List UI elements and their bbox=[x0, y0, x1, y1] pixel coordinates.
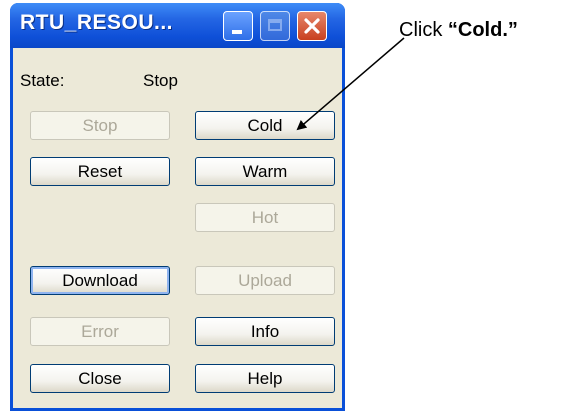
stop-button[interactable]: Stop bbox=[30, 111, 170, 140]
instruction-target: “Cold.” bbox=[447, 19, 518, 41]
minimize-button[interactable] bbox=[223, 11, 253, 41]
hot-button[interactable]: Hot bbox=[195, 203, 335, 232]
download-button[interactable]: Download bbox=[30, 266, 170, 295]
close-window-button[interactable] bbox=[297, 11, 327, 41]
maximize-icon bbox=[268, 19, 282, 31]
instruction-callout: Click “Cold.” bbox=[399, 19, 518, 42]
warm-button[interactable]: Warm bbox=[195, 157, 335, 186]
instruction-text: Click bbox=[399, 19, 448, 41]
cold-button[interactable]: Cold bbox=[195, 111, 335, 140]
state-label: State: bbox=[20, 71, 65, 90]
close-icon bbox=[304, 18, 320, 34]
state-value: Stop bbox=[143, 71, 178, 90]
reset-button[interactable]: Reset bbox=[30, 157, 170, 186]
window-title: RTU_RESOU... bbox=[20, 11, 174, 34]
minimize-icon bbox=[232, 30, 242, 34]
info-button[interactable]: Info bbox=[195, 317, 335, 346]
error-button[interactable]: Error bbox=[30, 317, 170, 346]
upload-button[interactable]: Upload bbox=[195, 266, 335, 295]
help-button[interactable]: Help bbox=[195, 364, 335, 393]
maximize-button bbox=[260, 11, 290, 41]
resource-window: RTU_RESOU... State: Stop Stop Cold Reset… bbox=[10, 3, 345, 411]
window-body: State: Stop Stop Cold Reset Warm Hot Dow… bbox=[13, 48, 342, 408]
title-bar[interactable]: RTU_RESOU... bbox=[10, 3, 345, 48]
close-button[interactable]: Close bbox=[30, 364, 170, 393]
